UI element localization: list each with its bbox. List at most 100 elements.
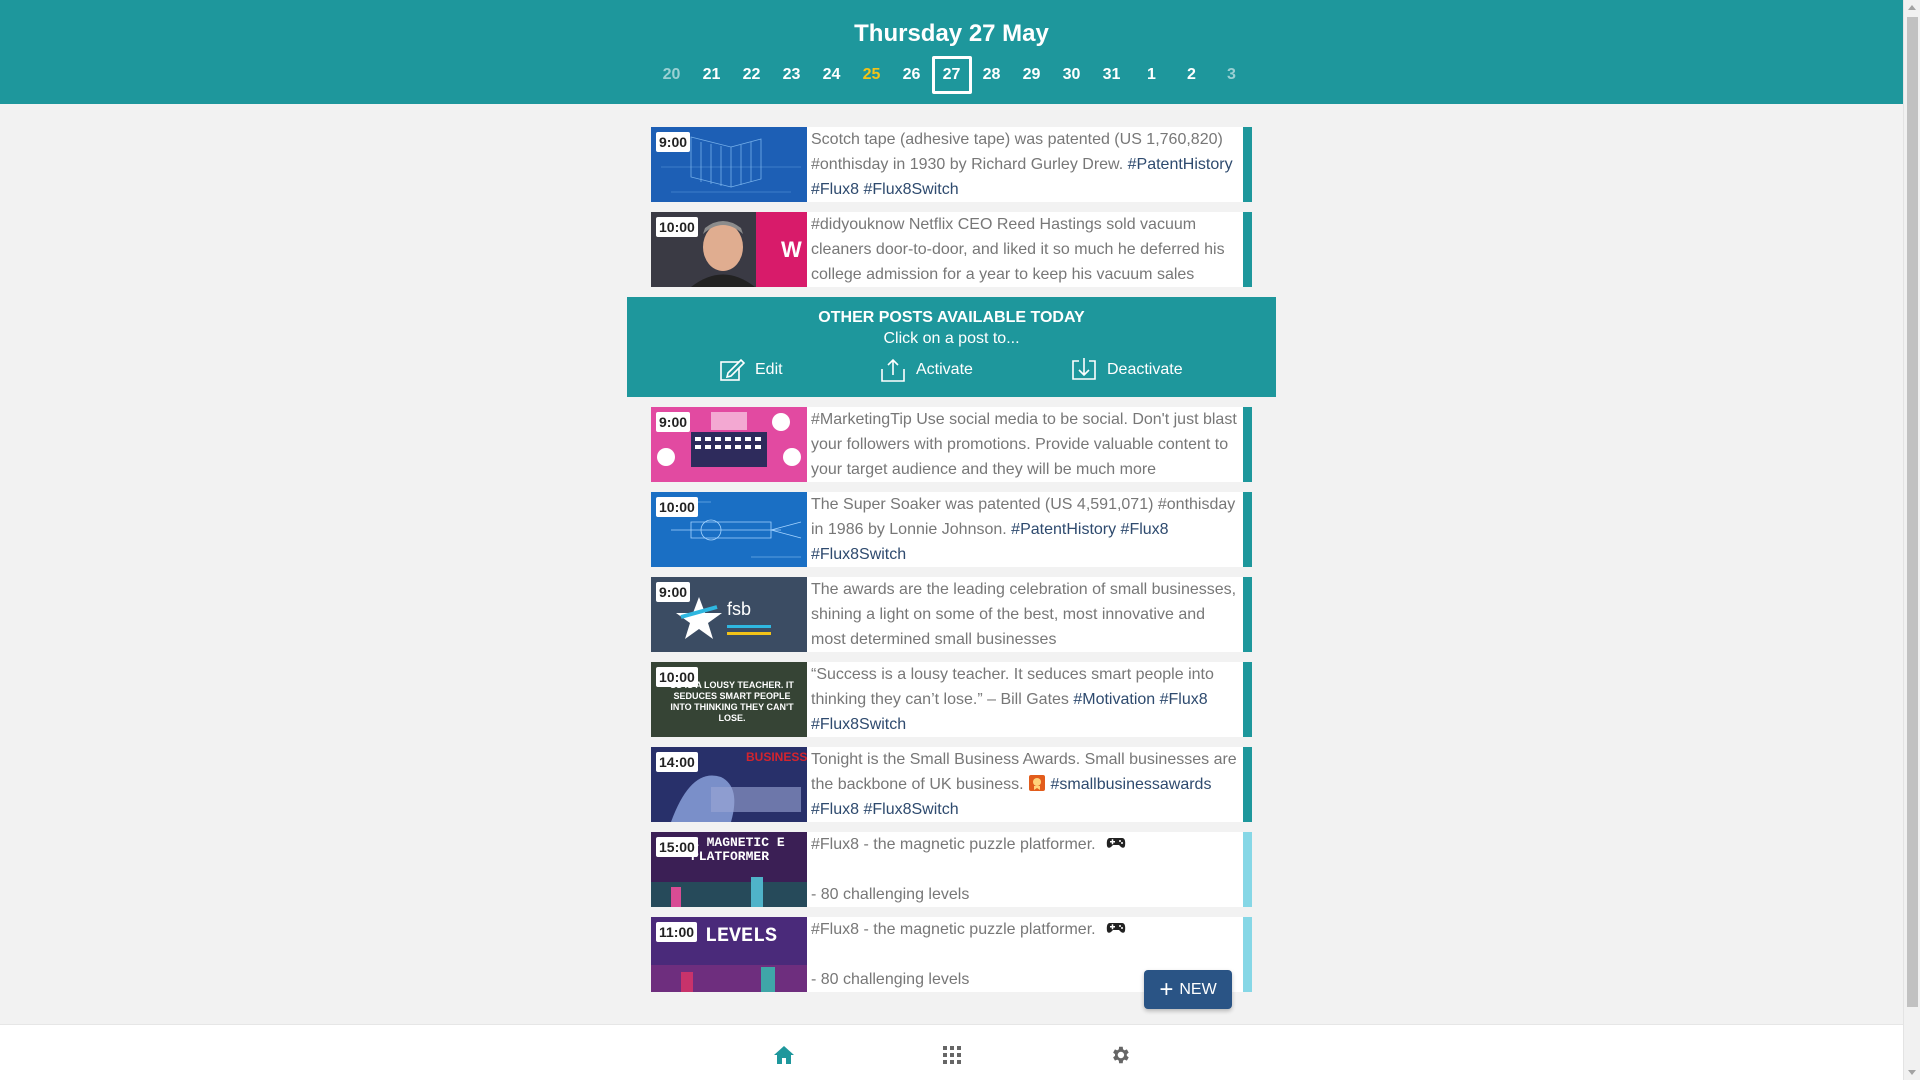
nav-apps[interactable]: [938, 1041, 966, 1069]
post-thumbnail: 9:00: [651, 127, 807, 202]
edit-button[interactable]: Edit: [719, 357, 783, 383]
post-text: Tonight is the Small Business Awards. Sm…: [811, 747, 1239, 822]
grid-icon: [943, 1046, 961, 1064]
post-text: “Success is a lousy teacher. It seduces …: [811, 662, 1239, 737]
post-body: #Flux8 - the magnetic puzzle platformer.: [811, 921, 1101, 938]
post-body-line: - 80 challenging levels: [811, 886, 970, 903]
post-body: #MarketingTip Use social media to be soc…: [811, 411, 1237, 478]
nav-settings[interactable]: [1106, 1041, 1134, 1069]
other-post[interactable]: fsb 9:00 The awards are the leading cele…: [651, 577, 1252, 652]
new-post-label: NEW: [1179, 980, 1217, 998]
date-item[interactable]: 3: [1212, 56, 1252, 94]
post-status-bar: [1243, 832, 1252, 907]
post-time: 9:00: [656, 582, 691, 602]
post-status-bar: [1243, 492, 1252, 567]
deactivate-label: Deactivate: [1107, 361, 1183, 378]
new-post-button[interactable]: + NEW: [1144, 970, 1232, 1009]
thumb-text: BUSINESS: [746, 750, 807, 764]
post-status-bar: [1243, 917, 1252, 992]
upload-icon: [881, 358, 905, 382]
bottom-navigation: [0, 1024, 1903, 1080]
post-status-bar: [1243, 577, 1252, 652]
scheduled-post[interactable]: W 10:00 #didyouknow Netflix CEO Reed Has…: [651, 212, 1252, 287]
gamepad-icon: [1106, 923, 1126, 933]
date-item[interactable]: 23: [772, 56, 812, 94]
edit-icon: [720, 358, 745, 381]
date-item[interactable]: 29: [1012, 56, 1052, 94]
gamepad-icon: [1106, 838, 1126, 848]
post-text: Scotch tape (adhesive tape) was patented…: [811, 127, 1239, 202]
date-item[interactable]: 24: [812, 56, 852, 94]
date-item[interactable]: 21: [692, 56, 732, 94]
post-time: 14:00: [656, 752, 698, 772]
date-item[interactable]: 26: [892, 56, 932, 94]
date-item[interactable]: 1: [1132, 56, 1172, 94]
post-text: #Flux8 - the magnetic puzzle platformer.…: [811, 832, 1239, 907]
other-post[interactable]: BUSINESS 14:00 Tonight is the Small Busi…: [651, 747, 1252, 822]
scrollbar[interactable]: [1903, 0, 1920, 1080]
page-title: Thursday 27 May: [854, 20, 1049, 47]
thumb-text: fsb: [727, 599, 751, 619]
post-text: The Super Soaker was patented (US 4,591,…: [811, 492, 1239, 567]
post-thumbnail: BUSINESS 14:00: [651, 747, 807, 822]
date-item[interactable]: 30: [1052, 56, 1092, 94]
other-posts-panel: OTHER POSTS AVAILABLE TODAY Click on a p…: [627, 297, 1276, 397]
other-post[interactable]: SS IS A LOUSY TEACHER. IT SEDUCES SMART …: [651, 662, 1252, 737]
date-item[interactable]: 20: [652, 56, 692, 94]
header: Thursday 27 May 20 21 22 23 24 25 26 27 …: [0, 0, 1903, 104]
date-item-today[interactable]: 25: [852, 56, 892, 94]
post-time: 15:00: [656, 837, 698, 857]
other-post[interactable]: 10:00 The Super Soaker was patented (US …: [651, 492, 1252, 567]
scroll-up-arrow[interactable]: [1908, 5, 1916, 10]
post-time: 11:00: [656, 922, 698, 942]
gear-icon: [1113, 1046, 1129, 1064]
post-time: 10:00: [656, 217, 698, 237]
post-thumbnail: 10:00: [651, 492, 807, 567]
post-body-line: - 80 challenging levels: [811, 971, 970, 988]
post-time: 9:00: [656, 412, 691, 432]
date-selector: 20 21 22 23 24 25 26 27 28 29 30 31 1 2 …: [0, 56, 1903, 94]
post-actions: Edit Activate Deactivate: [627, 357, 1276, 385]
activate-button[interactable]: Activate: [880, 357, 973, 383]
award-emoji-icon: [1029, 775, 1046, 791]
scheduled-post[interactable]: 9:00 Scotch tape (adhesive tape) was pat…: [651, 127, 1252, 202]
plus-icon: +: [1159, 975, 1174, 1003]
date-item[interactable]: 31: [1092, 56, 1132, 94]
date-item-selected[interactable]: 27: [931, 56, 972, 94]
activate-label: Activate: [916, 361, 973, 378]
other-post[interactable]: E MAGNETIC E PLATFORMER 15:00 #Flux8 - t…: [651, 832, 1252, 907]
post-status-bar: [1243, 407, 1252, 482]
home-icon: [774, 1046, 794, 1064]
download-icon: [1072, 358, 1096, 380]
svg-text:W: W: [781, 237, 802, 262]
post-body: #Flux8 - the magnetic puzzle platformer.: [811, 836, 1101, 853]
post-time: 10:00: [656, 667, 698, 687]
nav-home[interactable]: [770, 1041, 798, 1069]
post-status-bar: [1243, 747, 1252, 822]
post-time: 9:00: [656, 132, 691, 152]
post-status-bar: [1243, 127, 1252, 202]
post-thumbnail: 9:00: [651, 407, 807, 482]
date-item[interactable]: 28: [972, 56, 1012, 94]
thumb-text: LEVELS: [705, 925, 777, 948]
post-thumbnail: fsb 9:00: [651, 577, 807, 652]
post-status-bar: [1243, 662, 1252, 737]
post-time: 10:00: [656, 497, 698, 517]
other-posts-subtitle: Click on a post to...: [883, 330, 1020, 347]
date-item[interactable]: 22: [732, 56, 772, 94]
deactivate-button[interactable]: Deactivate: [1071, 357, 1183, 383]
post-text: #didyouknow Netflix CEO Reed Hastings so…: [811, 212, 1239, 287]
post-body: The awards are the leading celebration o…: [811, 581, 1237, 648]
date-item[interactable]: 2: [1172, 56, 1212, 94]
edit-label: Edit: [755, 361, 783, 378]
other-post[interactable]: 9:00 #MarketingTip Use social media to b…: [651, 407, 1252, 482]
post-text: The awards are the leading celebration o…: [811, 577, 1239, 652]
scroll-thumb[interactable]: [1907, 17, 1918, 1007]
other-posts-title: OTHER POSTS AVAILABLE TODAY: [818, 309, 1085, 326]
post-thumbnail: SS IS A LOUSY TEACHER. IT SEDUCES SMART …: [651, 662, 807, 737]
post-text: #MarketingTip Use social media to be soc…: [811, 407, 1239, 482]
post-thumbnail: W 10:00: [651, 212, 807, 287]
post-thumbnail: E MAGNETIC E PLATFORMER 15:00: [651, 832, 807, 907]
post-body: #didyouknow Netflix CEO Reed Hastings so…: [811, 216, 1225, 283]
scroll-down-arrow[interactable]: [1908, 1070, 1916, 1075]
